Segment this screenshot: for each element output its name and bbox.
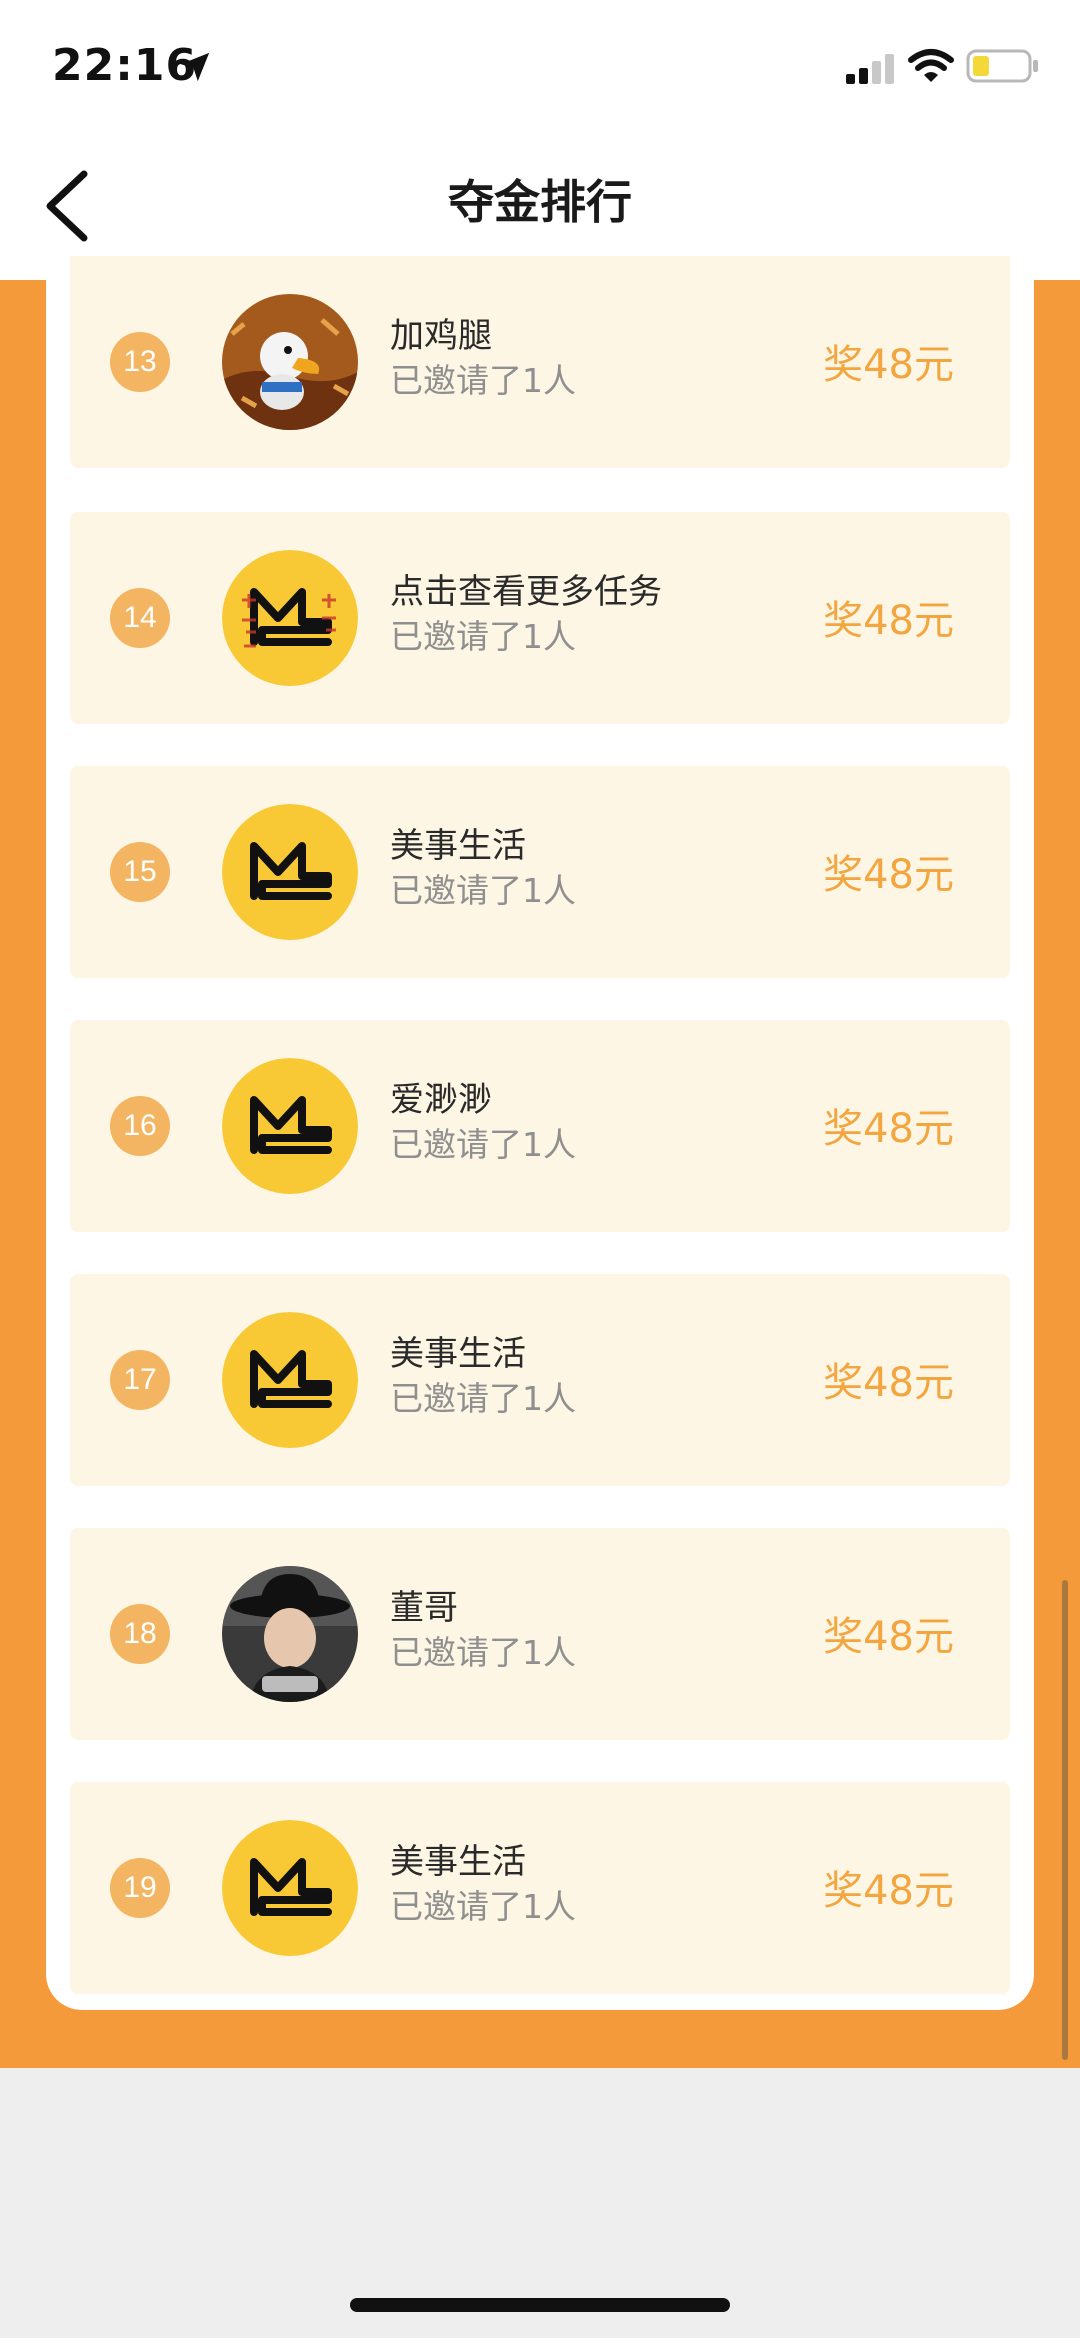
reward-amount: 奖48元 <box>823 598 954 644</box>
reward-amount: 奖48元 <box>823 342 954 388</box>
user-name: 美事生活 <box>390 1842 526 1882</box>
ranking-row[interactable]: 18 董哥 已邀请了1人 奖48元 <box>70 1528 1010 1740</box>
invite-count: 已邀请了1人 <box>390 1633 576 1672</box>
ranking-row[interactable]: 19 美事生活 已邀请了1人 奖48元 <box>70 1782 1010 1994</box>
status-time: 22:16 <box>52 40 198 91</box>
rank-badge: 14 <box>110 588 170 648</box>
user-name: 美事生活 <box>390 826 526 866</box>
user-name: 加鸡腿 <box>390 316 492 356</box>
rank-badge: 19 <box>110 1858 170 1918</box>
page-title: 夺金排行 <box>448 175 632 229</box>
wifi-icon <box>908 49 954 82</box>
user-name: 董哥 <box>390 1588 458 1628</box>
reward-amount: 奖48元 <box>823 1868 954 1914</box>
ms-logo-avatar <box>222 1820 358 1956</box>
invite-count: 已邀请了1人 <box>390 1125 576 1164</box>
duck-avatar <box>222 294 358 430</box>
rank-badge: 15 <box>110 842 170 902</box>
rank-badge: 18 <box>110 1604 170 1664</box>
invite-count: 已邀请了1人 <box>390 871 576 910</box>
ranking-row[interactable]: 17 美事生活 已邀请了1人 奖48元 <box>70 1274 1010 1486</box>
ms-logo-avatar <box>222 550 358 686</box>
user-name: 爱渺渺 <box>390 1080 492 1120</box>
reward-amount: 奖48元 <box>823 852 954 898</box>
cellular-signal-icon <box>846 54 894 84</box>
user-name: 点击查看更多任务 <box>390 572 662 612</box>
reward-amount: 奖48元 <box>823 1106 954 1152</box>
invite-count: 已邀请了1人 <box>390 361 576 400</box>
ranking-row[interactable]: 13 加鸡腿 已邀请了1人 奖48元 <box>70 256 1010 468</box>
ms-logo-avatar <box>222 1058 358 1194</box>
invite-count: 已邀请了1人 <box>390 617 576 656</box>
rank-badge: 13 <box>110 332 170 392</box>
user-name: 美事生活 <box>390 1334 526 1374</box>
reward-amount: 奖48元 <box>823 1614 954 1660</box>
invite-count: 已邀请了1人 <box>390 1379 576 1418</box>
invite-count: 已邀请了1人 <box>390 1887 576 1926</box>
rank-badge: 16 <box>110 1096 170 1156</box>
rank-badge: 17 <box>110 1350 170 1410</box>
ms-logo-avatar <box>222 1312 358 1448</box>
home-indicator[interactable] <box>350 2298 730 2312</box>
status-bar: 22:16 <box>0 0 1080 132</box>
ms-logo-avatar <box>222 804 358 940</box>
reward-amount: 奖48元 <box>823 1360 954 1406</box>
battery-icon <box>966 49 1038 83</box>
ranking-row[interactable]: 14 点击查看更多任务 已邀请了1人 奖48元 <box>70 512 1010 724</box>
person-hat-avatar <box>222 1566 358 1702</box>
ranking-row[interactable]: 16 爱渺渺 已邀请了1人 奖48元 <box>70 1020 1010 1232</box>
location-arrow-icon <box>180 52 210 82</box>
ranking-row[interactable]: 15 美事生活 已邀请了1人 奖48元 <box>70 766 1010 978</box>
scroll-indicator[interactable] <box>1062 1580 1068 2060</box>
